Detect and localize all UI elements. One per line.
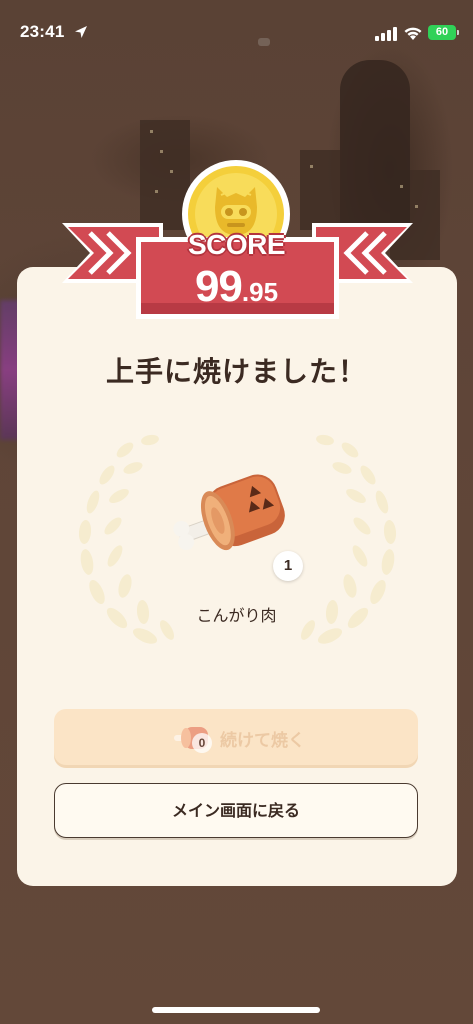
location-arrow-icon [75, 26, 87, 38]
continue-grilling-label: 続けて焼く [220, 731, 305, 751]
score-label: SCORE [187, 229, 286, 260]
camera-dot [258, 38, 270, 46]
score-value: 99.95 [0, 262, 473, 312]
score-integer: 99 [194, 262, 243, 311]
score-decimal: .95 [241, 277, 279, 307]
result-title: 上手に焼けました！ [105, 355, 367, 388]
roasted-meat-icon [173, 474, 285, 551]
battery-indicator: 60 [428, 25, 459, 40]
result-screen: 23:41 60 SCORE 99.95 上手に焼けました！ 1 こんがり肉 0… [0, 0, 473, 1024]
item-count-badge: 1 [273, 551, 303, 581]
battery-level: 60 [435, 26, 449, 38]
status-time: 23:41 [20, 22, 65, 41]
wifi-icon [404, 27, 422, 40]
back-to-main-button[interactable]: メイン画面に戻る [54, 783, 418, 838]
home-indicator[interactable] [152, 1007, 320, 1013]
continue-count-badge: 0 [192, 733, 212, 753]
continue-grilling-button[interactable]: 0 続けて焼く [54, 709, 418, 765]
status-bar: 23:41 60 [0, 0, 473, 58]
cellular-signal-icon [375, 27, 397, 41]
item-name: こんがり肉 [196, 606, 277, 625]
